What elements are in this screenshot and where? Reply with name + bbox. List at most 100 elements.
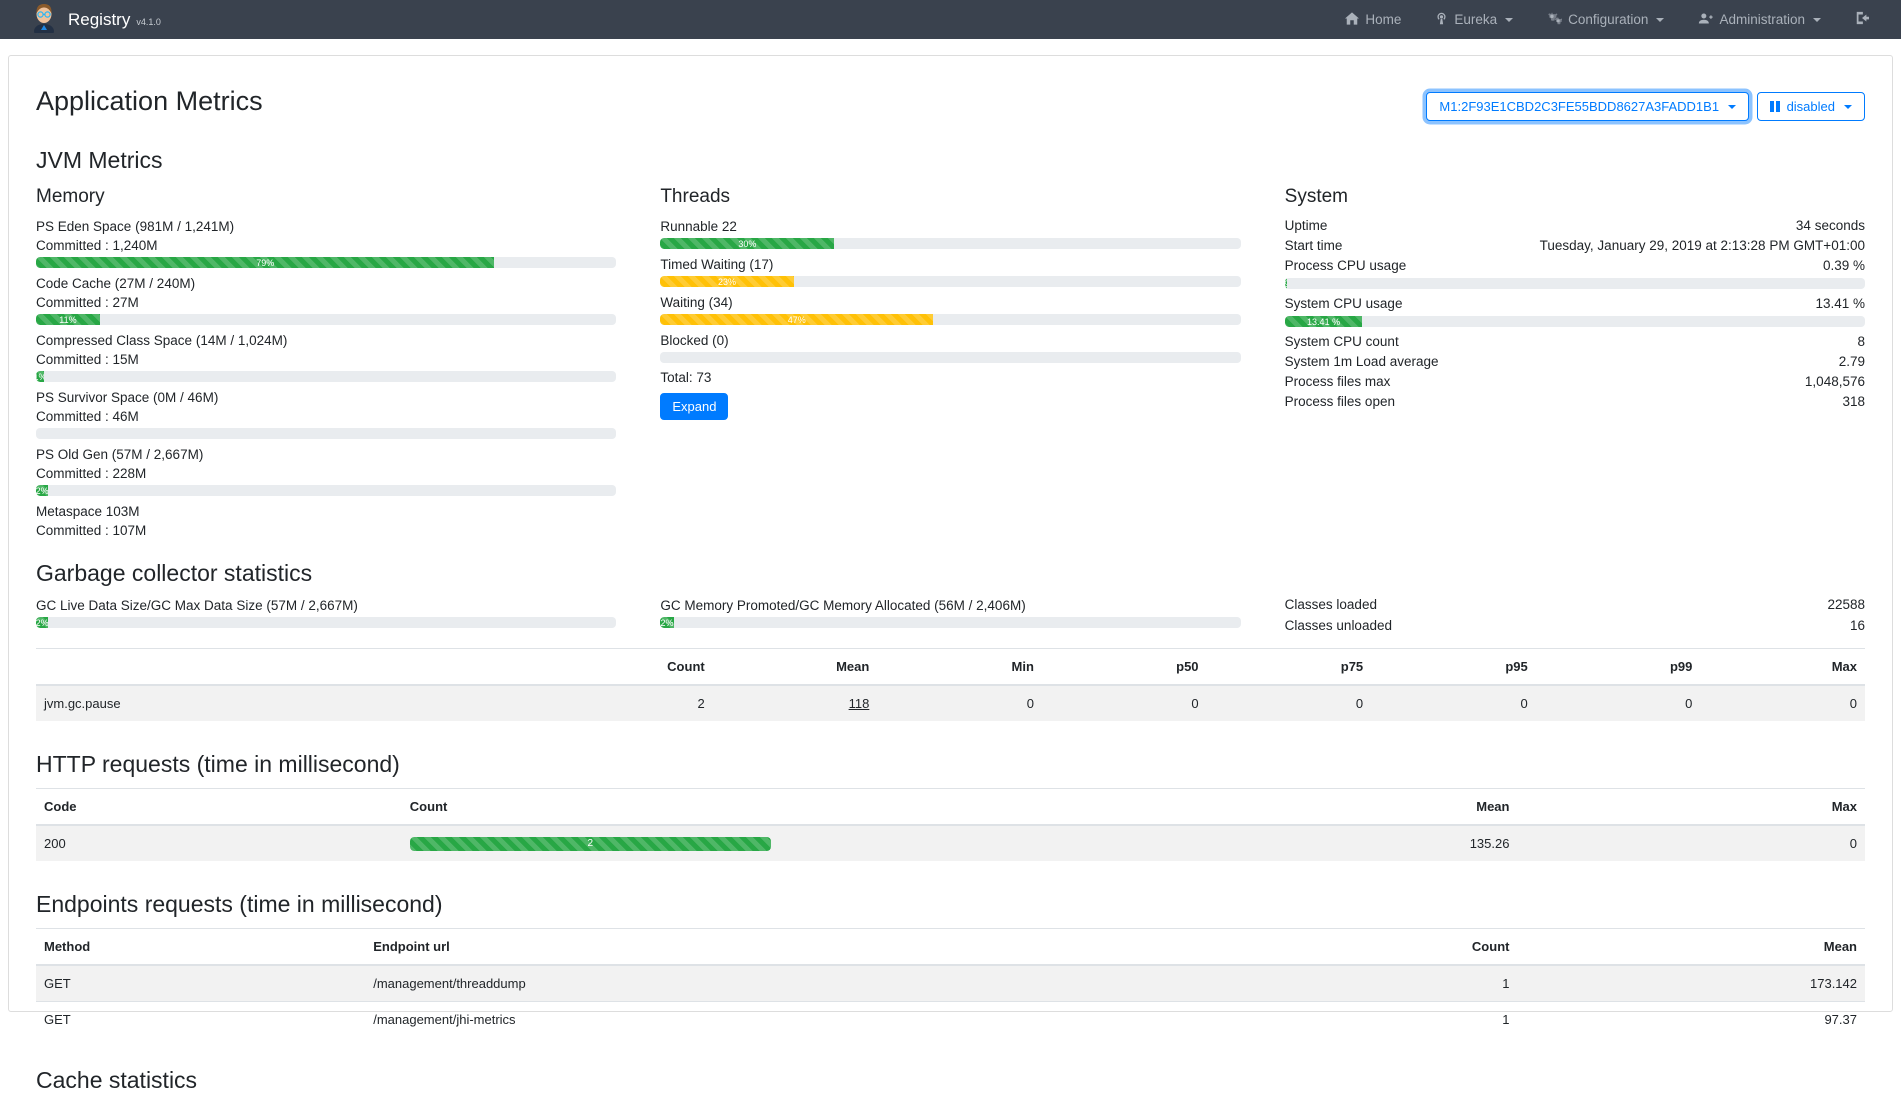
system-row: System 1m Load average2.79 — [1285, 354, 1865, 371]
memory-item-title: Compressed Class Space (14M / 1,024M) — [36, 332, 616, 349]
system-row: Process files max1,048,576 — [1285, 374, 1865, 391]
sign-out-button[interactable] — [1841, 0, 1883, 39]
memory-progressbar: 1% — [36, 371, 616, 382]
nav-eureka[interactable]: Eureka — [1421, 0, 1527, 39]
cache-statistics-heading: Cache statistics — [36, 1067, 1865, 1094]
nav-eureka-label: Eureka — [1454, 12, 1497, 27]
thread-item-title: Waiting (34) — [660, 294, 1240, 311]
thread-item-title: Blocked (0) — [660, 332, 1240, 349]
home-icon — [1345, 12, 1359, 28]
endpoints-table-header-row: Method Endpoint url Count Mean — [36, 929, 1865, 966]
system-row: Process CPU usage0.39 % — [1285, 258, 1865, 275]
http-count-progressbar: 2 — [410, 837, 771, 851]
memory-item-committed: Committed : 228M — [36, 465, 616, 482]
top-navbar: Registry v4.1.0 Home Eureka Configuratio — [0, 0, 1901, 39]
threads-total: Total: 73 — [660, 370, 1240, 385]
brand-version: v4.1.0 — [136, 12, 161, 27]
thread-item: Waiting (34) 47% — [660, 294, 1240, 325]
nav-home[interactable]: Home — [1331, 0, 1415, 39]
memory-item: Compressed Class Space (14M / 1,024M) Co… — [36, 332, 616, 382]
http-table-header-row: Code Count Mean Max — [36, 789, 1865, 826]
endpoints-requests-table: Method Endpoint url Count Mean GET /mana… — [36, 928, 1865, 1037]
memory-item-committed: Committed : 107M — [36, 522, 616, 539]
gc-pause-table: Count Mean Min p50 p75 p95 p99 Max jvm.g… — [36, 648, 1865, 721]
system-row: Uptime34 seconds — [1285, 218, 1865, 235]
jvm-metrics-heading: JVM Metrics — [36, 147, 1865, 174]
memory-item-title: Metaspace 103M — [36, 503, 616, 520]
brand[interactable]: Registry v4.1.0 — [30, 1, 161, 38]
navbar-menu: Home Eureka Configuration Administrati — [1331, 0, 1883, 39]
chevron-down-icon — [1844, 105, 1852, 109]
classes-unloaded-row: Classes unloaded16 — [1285, 618, 1865, 635]
system-heading: System — [1285, 186, 1865, 208]
gc-classes-column: Classes loaded22588 Classes unloaded16 — [1285, 597, 1865, 638]
nav-configuration-label: Configuration — [1568, 12, 1648, 27]
expand-threads-button[interactable]: Expand — [660, 393, 728, 420]
gc-progressbar: 2% — [660, 617, 1240, 628]
chevron-down-icon — [1813, 18, 1821, 22]
http-requests-table: Code Count Mean Max 200 2 135.26 0 — [36, 788, 1865, 861]
http-table-row: 200 2 135.26 0 — [36, 825, 1865, 861]
gears-icon — [1547, 11, 1562, 28]
system-column: System Uptime34 seconds Start timeTuesda… — [1285, 184, 1865, 546]
system-row: Process files open318 — [1285, 394, 1865, 411]
nav-configuration[interactable]: Configuration — [1533, 0, 1678, 39]
http-requests-heading: HTTP requests (time in millisecond) — [36, 751, 1865, 778]
memory-item-committed: Committed : 1,240M — [36, 237, 616, 254]
threads-heading: Threads — [660, 186, 1240, 208]
thread-item: Timed Waiting (17) 23% — [660, 256, 1240, 287]
endpoints-table-row: GET /management/jhi-metrics 1 97.37 — [36, 1002, 1865, 1038]
refresh-rate-dropdown[interactable]: disabled — [1757, 92, 1865, 121]
memory-progressbar: 11% — [36, 314, 616, 325]
broadcast-tower-icon — [1435, 12, 1448, 28]
threads-column: Threads Runnable 22 30% Timed Waiting (1… — [660, 184, 1240, 546]
main-content-card: Application Metrics M1:2F93E1CBD2C3FE55B… — [8, 55, 1893, 1012]
memory-item: Code Cache (27M / 240M) Committed : 27M … — [36, 275, 616, 325]
nav-home-label: Home — [1365, 12, 1401, 27]
sign-out-icon — [1855, 11, 1869, 28]
memory-column: Memory PS Eden Space (981M / 1,241M) Com… — [36, 184, 616, 546]
gc-heading: Garbage collector statistics — [36, 560, 1865, 587]
brand-title: Registry — [68, 10, 130, 30]
thread-item: Blocked (0) 0% — [660, 332, 1240, 363]
endpoints-table-row: GET /management/threaddump 1 173.142 — [36, 965, 1865, 1002]
thread-progressbar: 30% — [660, 238, 1240, 249]
endpoints-requests-heading: Endpoints requests (time in millisecond) — [36, 891, 1865, 918]
gc-memory-promoted-column: GC Memory Promoted/GC Memory Allocated (… — [660, 597, 1240, 638]
refresh-rate-label: disabled — [1787, 99, 1835, 114]
thread-progressbar: 47% — [660, 314, 1240, 325]
thread-item-title: Timed Waiting (17) — [660, 256, 1240, 273]
memory-heading: Memory — [36, 186, 616, 208]
page-title: Application Metrics — [36, 74, 263, 117]
memory-item-committed: Committed : 15M — [36, 351, 616, 368]
memory-item-title: PS Eden Space (981M / 1,241M) — [36, 218, 616, 235]
pause-icon — [1770, 101, 1780, 112]
memory-item-committed: Committed : 46M — [36, 408, 616, 425]
memory-progressbar: 79% — [36, 257, 616, 268]
memory-item-title: PS Old Gen (57M / 2,667M) — [36, 446, 616, 463]
system-cpu-progressbar: 13.41 % — [1285, 316, 1865, 327]
jhipster-avatar-logo-icon — [30, 1, 58, 38]
chevron-down-icon — [1656, 18, 1664, 22]
thread-item-title: Runnable 22 — [660, 218, 1240, 235]
instance-select-dropdown[interactable]: M1:2F93E1CBD2C3FE55BDD8627A3FADD1B1 — [1426, 92, 1749, 121]
gc-bar-title: GC Memory Promoted/GC Memory Allocated (… — [660, 597, 1240, 614]
memory-item: PS Old Gen (57M / 2,667M) Committed : 22… — [36, 446, 616, 496]
memory-progressbar: 2% — [36, 485, 616, 496]
process-cpu-progressbar: 0.39 % — [1285, 278, 1865, 289]
gc-progressbar: 2% — [36, 617, 616, 628]
instance-select-label: M1:2F93E1CBD2C3FE55BDD8627A3FADD1B1 — [1439, 99, 1719, 114]
thread-item: Runnable 22 30% — [660, 218, 1240, 249]
thread-progressbar: 0% — [660, 352, 1240, 363]
nav-administration[interactable]: Administration — [1684, 0, 1835, 39]
memory-item: PS Eden Space (981M / 1,241M) Committed … — [36, 218, 616, 268]
gc-live-data-column: GC Live Data Size/GC Max Data Size (57M … — [36, 597, 616, 638]
memory-item: Metaspace 103M Committed : 107M — [36, 503, 616, 539]
memory-progressbar: 0% — [36, 428, 616, 439]
classes-loaded-row: Classes loaded22588 — [1285, 597, 1865, 614]
chevron-down-icon — [1505, 18, 1513, 22]
gc-table-row: jvm.gc.pause 2 118 0 0 0 0 0 0 — [36, 685, 1865, 721]
system-row: System CPU count8 — [1285, 334, 1865, 351]
memory-item-committed: Committed : 27M — [36, 294, 616, 311]
system-row: Start timeTuesday, January 29, 2019 at 2… — [1285, 238, 1865, 255]
